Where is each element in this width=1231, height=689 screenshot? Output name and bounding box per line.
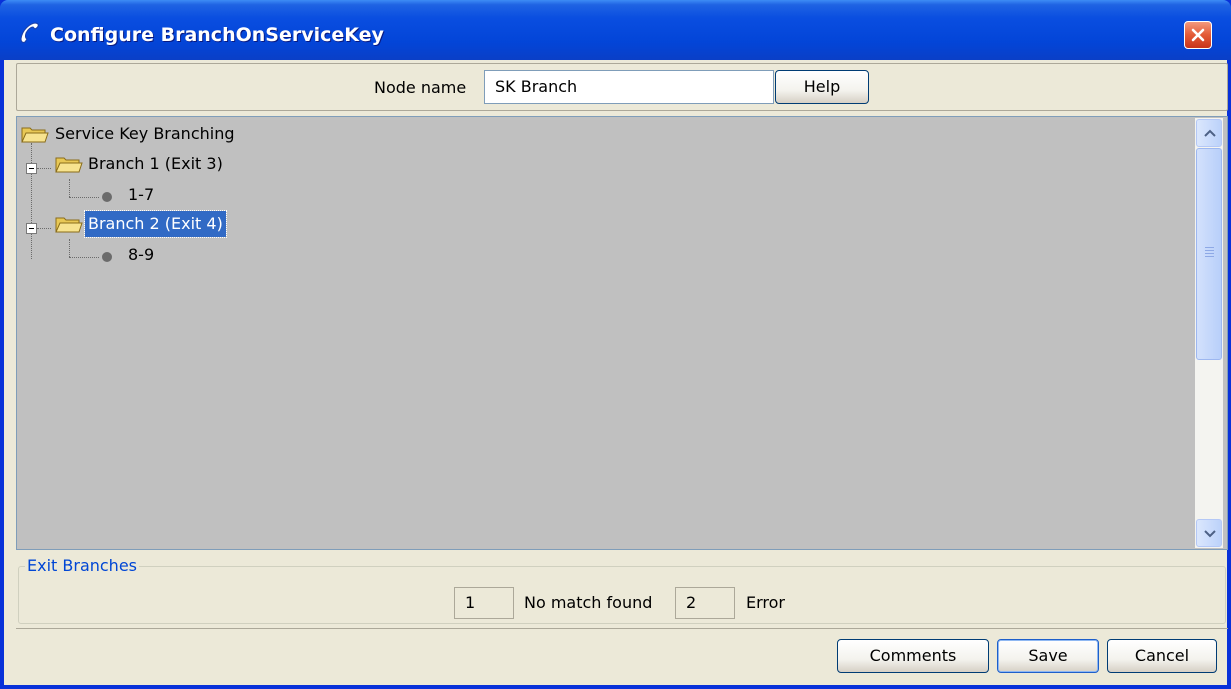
title-bar[interactable]: Configure BranchOnServiceKey — [0, 0, 1231, 60]
scroll-up-button[interactable] — [1196, 119, 1222, 147]
node-name-row: Node name SK Branch Help — [16, 63, 1228, 111]
leaf-bullet-icon — [102, 252, 112, 262]
tree-branch-label: Branch 2 (Exit 4) — [84, 210, 227, 238]
error-label: Error — [746, 593, 785, 612]
save-button[interactable]: Save — [997, 639, 1099, 673]
tree-connector — [69, 239, 70, 257]
tree-leaf-label: 1-7 — [128, 185, 155, 204]
exit-branches-legend: Exit Branches — [25, 556, 139, 575]
cancel-button[interactable]: Cancel — [1107, 639, 1217, 673]
error-exit-field: 2 — [675, 587, 735, 619]
tree-branch-label: Branch 1 (Exit 3) — [88, 154, 223, 173]
folder-open-icon — [55, 154, 83, 174]
help-button[interactable]: Help — [775, 70, 869, 104]
scroll-grip-icon — [1205, 247, 1214, 257]
scroll-thumb[interactable] — [1196, 148, 1222, 360]
folder-open-icon — [21, 124, 49, 144]
tree-root-label: Service Key Branching — [55, 124, 235, 143]
no-match-label: No match found — [524, 593, 653, 612]
service-key-tree[interactable]: Service Key Branching Branch 1 (Exit 3) … — [16, 116, 1228, 550]
tree-connector — [69, 257, 99, 258]
tree-connector — [37, 168, 51, 169]
leaf-bullet-icon — [102, 192, 112, 202]
dialog-window: Configure BranchOnServiceKey Node name S… — [0, 0, 1231, 689]
no-match-exit-field: 1 — [454, 587, 514, 619]
comments-button[interactable]: Comments — [837, 639, 989, 673]
collapse-toggle[interactable] — [26, 163, 37, 174]
folder-open-icon — [55, 214, 83, 234]
tree-connector — [37, 228, 51, 229]
collapse-toggle[interactable] — [26, 223, 37, 234]
tree-connector — [31, 143, 32, 259]
window-title: Configure BranchOnServiceKey — [50, 24, 384, 46]
dialog-body: Node name SK Branch Help Service Key Bra… — [4, 60, 1228, 685]
phone-handset-icon — [16, 20, 42, 46]
node-name-label: Node name — [374, 78, 467, 97]
scroll-down-button[interactable] — [1196, 519, 1222, 547]
tree-leaf-label: 8-9 — [128, 245, 155, 264]
close-button[interactable] — [1184, 21, 1212, 49]
button-row: Comments Save Cancel — [16, 628, 1228, 680]
exit-branches-group: Exit Branches 1 No match found 2 Error — [18, 556, 1226, 624]
node-name-input[interactable]: SK Branch — [484, 70, 774, 104]
vertical-scrollbar[interactable] — [1195, 118, 1223, 548]
tree-connector — [69, 179, 70, 197]
tree-connector — [69, 197, 99, 198]
